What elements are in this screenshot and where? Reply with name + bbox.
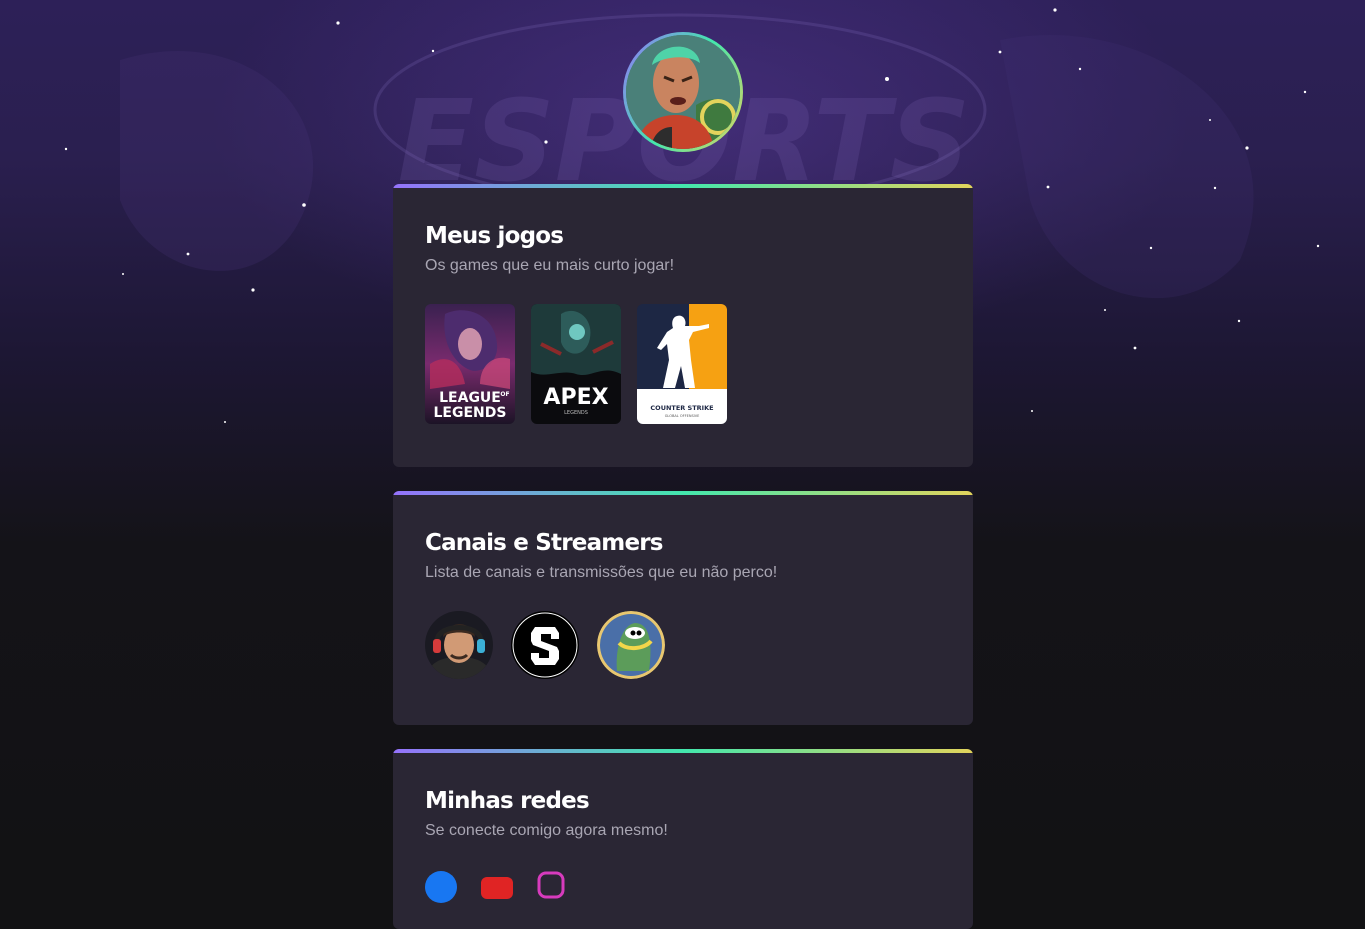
streamers-list [425, 611, 941, 679]
socials-card: Minhas redes Se conecte comigo agora mes… [393, 749, 973, 929]
instagram-icon[interactable] [537, 871, 569, 903]
svg-text:APEX: APEX [543, 385, 608, 410]
streamer-photo-icon[interactable] [425, 611, 493, 679]
svg-text:GLOBAL OFFENSIVE: GLOBAL OFFENSIVE [665, 414, 700, 418]
streamer-logo-icon[interactable] [511, 611, 579, 679]
svg-text:OF: OF [500, 391, 509, 398]
character-avatar-icon [626, 35, 740, 149]
streamer-cartoon-icon[interactable] [597, 611, 665, 679]
games-list: LEAGUE OF LEGENDS APEX LEGENDS COUNTER S… [425, 304, 941, 424]
streamers-card: Canais e Streamers Lista de canais e tra… [393, 491, 973, 725]
streamers-card-title: Canais e Streamers [425, 530, 664, 556]
games-card-title: Meus jogos [425, 223, 564, 249]
socials-card-subtitle: Se conecte comigo agora mesmo! [425, 822, 668, 839]
game-league-of-legends[interactable]: LEAGUE OF LEGENDS [425, 304, 515, 424]
socials-list [425, 871, 941, 903]
games-card: Meus jogos Os games que eu mais curto jo… [393, 184, 973, 467]
streamers-card-subtitle: Lista de canais e transmissões que eu nã… [425, 564, 778, 581]
game-counter-strike[interactable]: COUNTER STRIKE GLOBAL OFFENSIVE [637, 304, 727, 424]
socials-card-title: Minhas redes [425, 788, 590, 814]
game-apex-legends[interactable]: APEX LEGENDS [531, 304, 621, 424]
facebook-icon[interactable] [425, 871, 457, 903]
svg-text:LEAGUE: LEAGUE [439, 390, 501, 406]
svg-text:COUNTER STRIKE: COUNTER STRIKE [650, 404, 713, 412]
profile-avatar[interactable] [623, 32, 743, 152]
svg-text:LEGENDS: LEGENDS [564, 410, 588, 416]
games-card-subtitle: Os games que eu mais curto jogar! [425, 257, 675, 274]
youtube-icon[interactable] [481, 871, 513, 903]
svg-text:LEGENDS: LEGENDS [434, 405, 507, 421]
